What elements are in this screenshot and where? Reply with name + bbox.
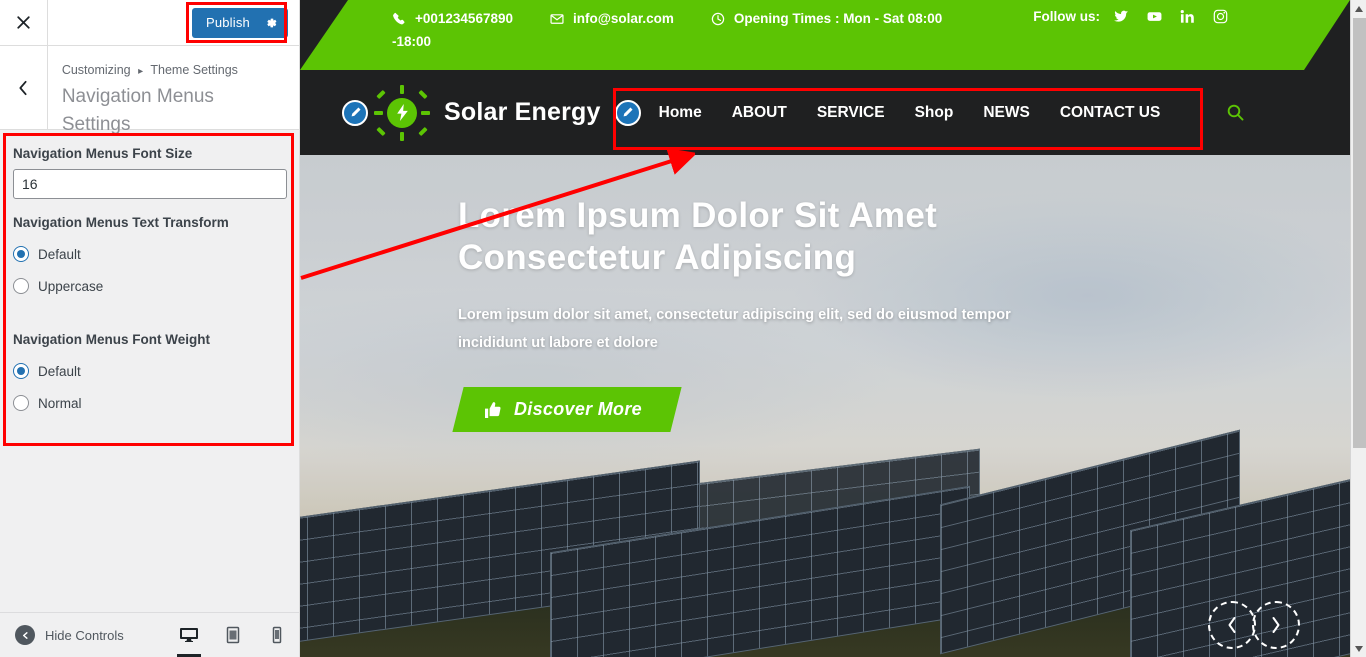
topbar-follow: Follow us: bbox=[1033, 9, 1246, 24]
topbar-phone-text: +001234567890 bbox=[415, 11, 513, 26]
solar-bolt-logo-icon bbox=[374, 84, 430, 141]
topbar-hours-text: Opening Times : Mon - Sat 08:00 bbox=[733, 11, 943, 26]
publish-button[interactable]: Publish bbox=[191, 7, 288, 38]
search-icon[interactable] bbox=[1226, 103, 1245, 122]
radio-button-icon[interactable] bbox=[13, 363, 29, 379]
breadcrumb-parent[interactable]: Theme Settings bbox=[150, 63, 238, 77]
breadcrumb-separator-icon: ▸ bbox=[138, 66, 144, 77]
control-label-font-weight: Navigation Menus Font Weight bbox=[13, 332, 210, 347]
publish-button-label: Publish bbox=[205, 15, 250, 30]
customizer-sidebar: Publish Customizing ▸ Theme Settings Nav… bbox=[0, 0, 300, 657]
font-size-input[interactable]: 16 bbox=[13, 169, 287, 199]
topbar-content: +001234567890 info@solar.com Opening Tim… bbox=[300, 0, 1350, 70]
control-label-font-size: Navigation Menus Font Size bbox=[13, 146, 193, 161]
site-branding: Solar Energy bbox=[342, 84, 641, 141]
scroll-up-icon[interactable] bbox=[1351, 0, 1366, 17]
nav-item-contact-us[interactable]: CONTACT US bbox=[1060, 104, 1160, 122]
discover-more-button[interactable]: Discover More bbox=[452, 387, 682, 432]
radio-text-transform-uppercase[interactable]: Uppercase bbox=[13, 270, 286, 302]
scrollbar-thumb[interactable] bbox=[1353, 18, 1366, 448]
instagram-icon[interactable] bbox=[1213, 9, 1228, 24]
topbar-hours: Opening Times : Mon - Sat 08:00 bbox=[711, 9, 942, 28]
radio-button-icon[interactable] bbox=[13, 395, 29, 411]
pencil-edit-icon[interactable] bbox=[342, 99, 368, 126]
preview-site: +001234567890 info@solar.com Opening Tim… bbox=[300, 0, 1350, 657]
twitter-icon[interactable] bbox=[1113, 9, 1129, 24]
radio-label: Uppercase bbox=[38, 278, 104, 294]
preview-scrollbar[interactable] bbox=[1350, 0, 1366, 657]
control-font-weight: Navigation Menus Font Weight Default Nor… bbox=[0, 316, 299, 419]
nav-item-home[interactable]: Home bbox=[659, 104, 702, 122]
tablet-icon[interactable] bbox=[211, 613, 255, 657]
envelope-icon bbox=[550, 13, 564, 24]
social-links bbox=[1113, 9, 1246, 24]
topbar-row: +001234567890 info@solar.com Opening Tim… bbox=[392, 9, 1350, 49]
pencil-edit-icon[interactable] bbox=[614, 99, 641, 126]
site-preview-frame[interactable]: +001234567890 info@solar.com Opening Tim… bbox=[300, 0, 1366, 657]
panel-heading-text: Customizing ▸ Theme Settings Navigation … bbox=[48, 46, 299, 135]
linkedin-icon[interactable] bbox=[1180, 9, 1195, 24]
radio-font-weight-default[interactable]: Default bbox=[13, 355, 286, 387]
back-button[interactable] bbox=[0, 46, 48, 129]
desktop-icon[interactable] bbox=[167, 613, 211, 657]
nav-item-about[interactable]: ABOUT bbox=[732, 104, 787, 122]
slider-prev-button[interactable] bbox=[1208, 601, 1256, 649]
radio-label: Default bbox=[38, 363, 81, 379]
collapse-left-icon bbox=[15, 625, 35, 645]
device-preview-switcher bbox=[167, 613, 299, 657]
customizer-panel-header: Customizing ▸ Theme Settings Navigation … bbox=[0, 46, 299, 135]
hero-title: Lorem Ipsum Dolor Sit Amet Consectetur A… bbox=[458, 196, 938, 277]
topbar-email-text: info@solar.com bbox=[572, 11, 674, 26]
site-title[interactable]: Solar Energy bbox=[444, 98, 601, 127]
site-header: Solar Energy Home ABOUT SERVICE Shop NEW… bbox=[300, 70, 1350, 155]
discover-more-label: Discover More bbox=[514, 399, 642, 419]
breadcrumb: Customizing ▸ Theme Settings bbox=[62, 61, 287, 81]
close-icon[interactable] bbox=[0, 0, 48, 45]
radio-button-icon[interactable] bbox=[13, 278, 29, 294]
radio-button-icon[interactable] bbox=[13, 246, 29, 262]
hide-controls-label: Hide Controls bbox=[45, 627, 124, 643]
topbar-hours-wrap: -18:00 bbox=[392, 34, 432, 49]
nav-item-service[interactable]: SERVICE bbox=[817, 104, 885, 122]
topbar-phone[interactable]: +001234567890 bbox=[392, 9, 513, 28]
hide-controls-button[interactable]: Hide Controls bbox=[15, 625, 124, 645]
youtube-icon[interactable] bbox=[1147, 9, 1162, 24]
control-label-text-transform: Navigation Menus Text Transform bbox=[13, 215, 229, 230]
phone-icon bbox=[393, 12, 405, 24]
radio-font-weight-normal[interactable]: Normal bbox=[13, 387, 286, 419]
gear-icon[interactable] bbox=[264, 16, 278, 30]
slider-navigation bbox=[1208, 601, 1300, 649]
scroll-down-icon[interactable] bbox=[1351, 640, 1366, 657]
customizer-topbar: Publish bbox=[0, 0, 299, 46]
customizer-controls: Navigation Menus Font Size 16 Navigation… bbox=[0, 130, 299, 419]
control-text-transform: Navigation Menus Text Transform Default … bbox=[0, 199, 299, 302]
site-topbar: +001234567890 info@solar.com Opening Tim… bbox=[300, 0, 1350, 70]
clock-icon bbox=[711, 12, 725, 25]
hero-subtitle: Lorem ipsum dolor sit amet, consectetur … bbox=[458, 307, 1011, 351]
radio-label: Default bbox=[38, 246, 81, 262]
publish-button-wrap: Publish bbox=[191, 7, 288, 38]
thumbs-up-icon bbox=[485, 401, 501, 418]
radio-text-transform-default[interactable]: Default bbox=[13, 238, 286, 270]
primary-navigation: Home ABOUT SERVICE Shop NEWS CONTACT US bbox=[659, 104, 1191, 122]
follow-us-label: Follow us: bbox=[1033, 9, 1100, 24]
radio-label: Normal bbox=[38, 395, 82, 411]
customizer-footer: Hide Controls bbox=[0, 612, 299, 657]
hero-slider: Lorem Ipsum Dolor Sit Amet Consectetur A… bbox=[300, 155, 1350, 657]
breadcrumb-root: Customizing bbox=[61, 63, 131, 77]
control-font-size: Navigation Menus Font Size 16 bbox=[0, 130, 299, 199]
nav-item-news[interactable]: NEWS bbox=[983, 104, 1030, 122]
slider-next-button[interactable] bbox=[1252, 601, 1300, 649]
mobile-icon[interactable] bbox=[255, 613, 299, 657]
screenshot-root: Publish Customizing ▸ Theme Settings Nav… bbox=[0, 0, 1366, 657]
nav-item-shop[interactable]: Shop bbox=[915, 104, 954, 122]
topbar-email[interactable]: info@solar.com bbox=[550, 9, 674, 28]
hero-content: Lorem Ipsum Dolor Sit Amet Consectetur A… bbox=[452, 195, 1078, 432]
logo-sun-disc bbox=[387, 97, 417, 128]
